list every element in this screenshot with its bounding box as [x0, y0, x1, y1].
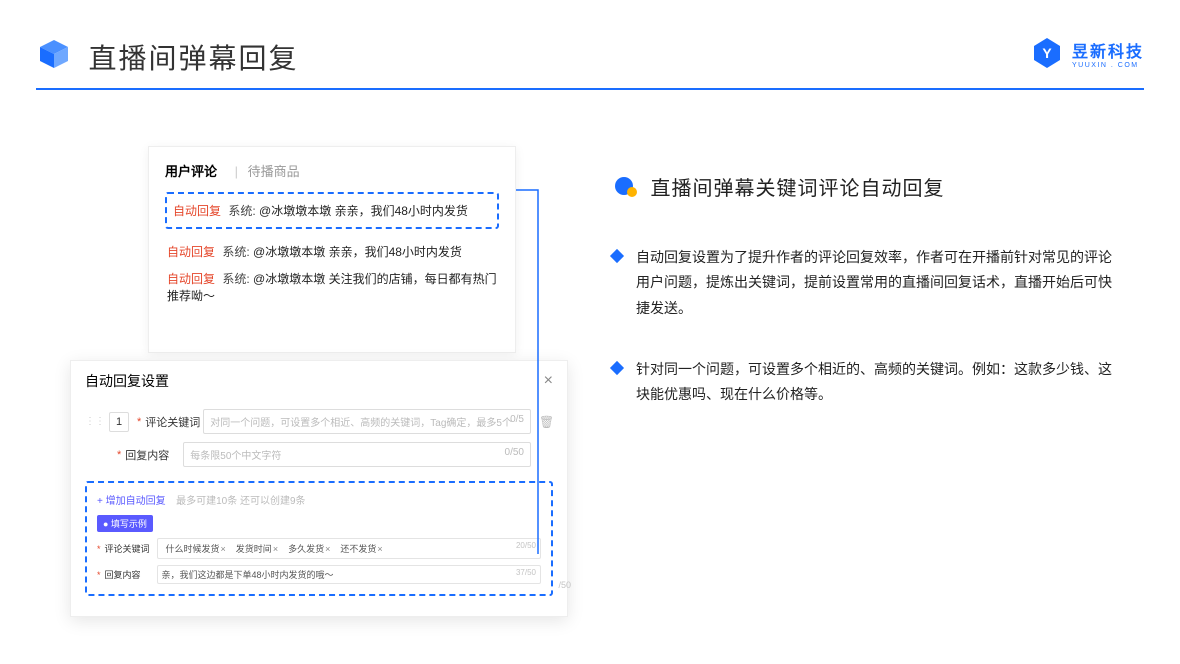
char-count: 0/50: [505, 447, 524, 458]
diamond-icon: [610, 249, 624, 263]
highlighted-comment-row: 自动回复 系统: @冰墩墩本墩 亲亲，我们48小时内发货: [165, 192, 499, 229]
cube-icon: [36, 36, 72, 77]
required-star: *: [97, 544, 101, 554]
keyword-label: 评论关键词: [145, 414, 203, 430]
bullet-item: 自动回复设置为了提升作者的评论回复效率，作者可在开播前针对常见的评论用户问题，提…: [612, 245, 1122, 321]
system-label: 系统:: [222, 272, 249, 286]
keyword-row: ⋮⋮ 1 * 评论关键词 对同一个问题，可设置多个相近、高频的关键词，Tag确定…: [85, 409, 553, 434]
svg-text:Y: Y: [1042, 45, 1052, 61]
char-count: 20/50: [516, 541, 536, 550]
system-label: 系统:: [228, 204, 255, 218]
brand-logo: Y 昱新科技 YUUXIN . COM: [1030, 36, 1144, 70]
section-heading-row: 直播间弹幕关键词评论自动回复: [612, 172, 1122, 205]
section-title: 直播间弹幕关键词评论自动回复: [650, 178, 944, 200]
example-keyword-input[interactable]: 什么时候发货×发货时间×多久发货×还不发货× 20/50: [157, 538, 541, 559]
keyword-tag[interactable]: 发货时间×: [232, 541, 282, 556]
brand-subtitle: YUUXIN . COM: [1072, 62, 1144, 69]
chat-bubble-icon: [612, 176, 640, 205]
diamond-icon: [610, 361, 624, 375]
example-badge: ● 填写示例: [97, 515, 153, 532]
tab-separator: |: [235, 164, 238, 179]
comment-text: @冰墩墩本墩 关注我们的店铺，每日都有热门推荐呦～: [167, 272, 497, 303]
tabs: 用户评论 | 待播商品: [165, 161, 499, 180]
close-icon[interactable]: ×: [544, 372, 553, 390]
keyword-label: 评论关键词: [105, 542, 157, 555]
tab-user-comments[interactable]: 用户评论: [165, 164, 217, 179]
header-rule: [36, 88, 1144, 90]
example-keyword-row: * 评论关键词 什么时候发货×发货时间×多久发货×还不发货× 20/50: [97, 538, 541, 559]
placeholder-text: 对同一个问题，可设置多个相近、高频的关键词，Tag确定，最多5个: [210, 418, 512, 429]
comment-row: 自动回复 系统: @冰墩墩本墩 亲亲，我们48小时内发货: [165, 243, 499, 260]
description-column: 直播间弹幕关键词评论自动回复 自动回复设置为了提升作者的评论回复效率，作者可在开…: [612, 172, 1122, 443]
example-box: + 增加自动回复 最多可建10条 还可以创建9条 ● 填写示例 * 评论关键词 …: [85, 481, 553, 596]
required-star: *: [117, 449, 121, 461]
content-label: 回复内容: [105, 568, 157, 581]
add-reply-hint: 最多可建10条 还可以创建9条: [176, 496, 305, 507]
auto-reply-settings-panel: 自动回复设置 × ⋮⋮ 1 * 评论关键词 对同一个问题，可设置多个相近、高频的…: [70, 360, 568, 617]
modal-header: 自动回复设置 ×: [85, 371, 553, 399]
auto-reply-tag: 自动回复: [173, 204, 221, 218]
stray-count: /50: [558, 580, 571, 590]
example-content-input[interactable]: 亲，我们这边都是下单48小时内发货的哦～ 37/50: [157, 565, 541, 584]
index-box: 1: [109, 412, 129, 432]
page-title: 直播间弹幕回复: [88, 37, 298, 77]
char-count: 37/50: [516, 568, 536, 577]
add-reply-link[interactable]: + 增加自动回复: [97, 496, 166, 507]
content-input[interactable]: 每条限50个中文字符 0/50: [183, 442, 531, 467]
example-content-row: * 回复内容 亲，我们这边都是下单48小时内发货的哦～ 37/50: [97, 565, 541, 584]
content-row: * 回复内容 每条限50个中文字符 0/50: [85, 442, 553, 467]
mockup-region: 用户评论 | 待播商品 自动回复 系统: @冰墩墩本墩 亲亲，我们48小时内发货…: [130, 146, 570, 353]
page-header: 直播间弹幕回复 Y 昱新科技 YUUXIN . COM: [36, 36, 1144, 77]
keyword-input[interactable]: 对同一个问题，可设置多个相近、高频的关键词，Tag确定，最多5个 0/5: [203, 409, 531, 434]
brand-name: 昱新科技: [1072, 38, 1144, 62]
bullet-text: 自动回复设置为了提升作者的评论回复效率，作者可在开播前针对常见的评论用户问题，提…: [636, 245, 1122, 321]
example-content-text: 亲，我们这边都是下单48小时内发货的哦～: [162, 570, 334, 580]
auto-reply-tag: 自动回复: [167, 245, 215, 259]
keyword-tag[interactable]: 什么时候发货×: [162, 541, 230, 556]
auto-reply-tag: 自动回复: [167, 272, 215, 286]
bullet-list: 自动回复设置为了提升作者的评论回复效率，作者可在开播前针对常见的评论用户问题，提…: [612, 245, 1122, 407]
required-star: *: [97, 570, 101, 580]
comment-text: @冰墩墩本墩 亲亲，我们48小时内发货: [253, 245, 462, 259]
comment-text: @冰墩墩本墩 亲亲，我们48小时内发货: [259, 204, 468, 218]
tab-pending-products[interactable]: 待播商品: [248, 164, 300, 179]
content-label: 回复内容: [125, 447, 183, 463]
comment-row: 自动回复 系统: @冰墩墩本墩 关注我们的店铺，每日都有热门推荐呦～: [165, 270, 499, 304]
required-star: *: [137, 416, 141, 428]
char-count: 0/5: [510, 414, 524, 425]
delete-icon[interactable]: 🗑: [539, 415, 553, 429]
system-label: 系统:: [222, 245, 249, 259]
placeholder-text: 每条限50个中文字符: [190, 451, 281, 462]
bullet-text: 针对同一个问题，可设置多个相近的、高频的关键词。例如：这款多少钱、这块能优惠吗、…: [636, 357, 1122, 407]
bullet-item: 针对同一个问题，可设置多个相近的、高频的关键词。例如：这款多少钱、这块能优惠吗、…: [612, 357, 1122, 407]
drag-handle-icon[interactable]: ⋮⋮: [85, 416, 105, 427]
keyword-tag[interactable]: 还不发货×: [336, 541, 386, 556]
comments-panel: 用户评论 | 待播商品 自动回复 系统: @冰墩墩本墩 亲亲，我们48小时内发货…: [148, 146, 516, 353]
keyword-tag[interactable]: 多久发货×: [284, 541, 334, 556]
modal-title: 自动回复设置: [85, 371, 169, 391]
